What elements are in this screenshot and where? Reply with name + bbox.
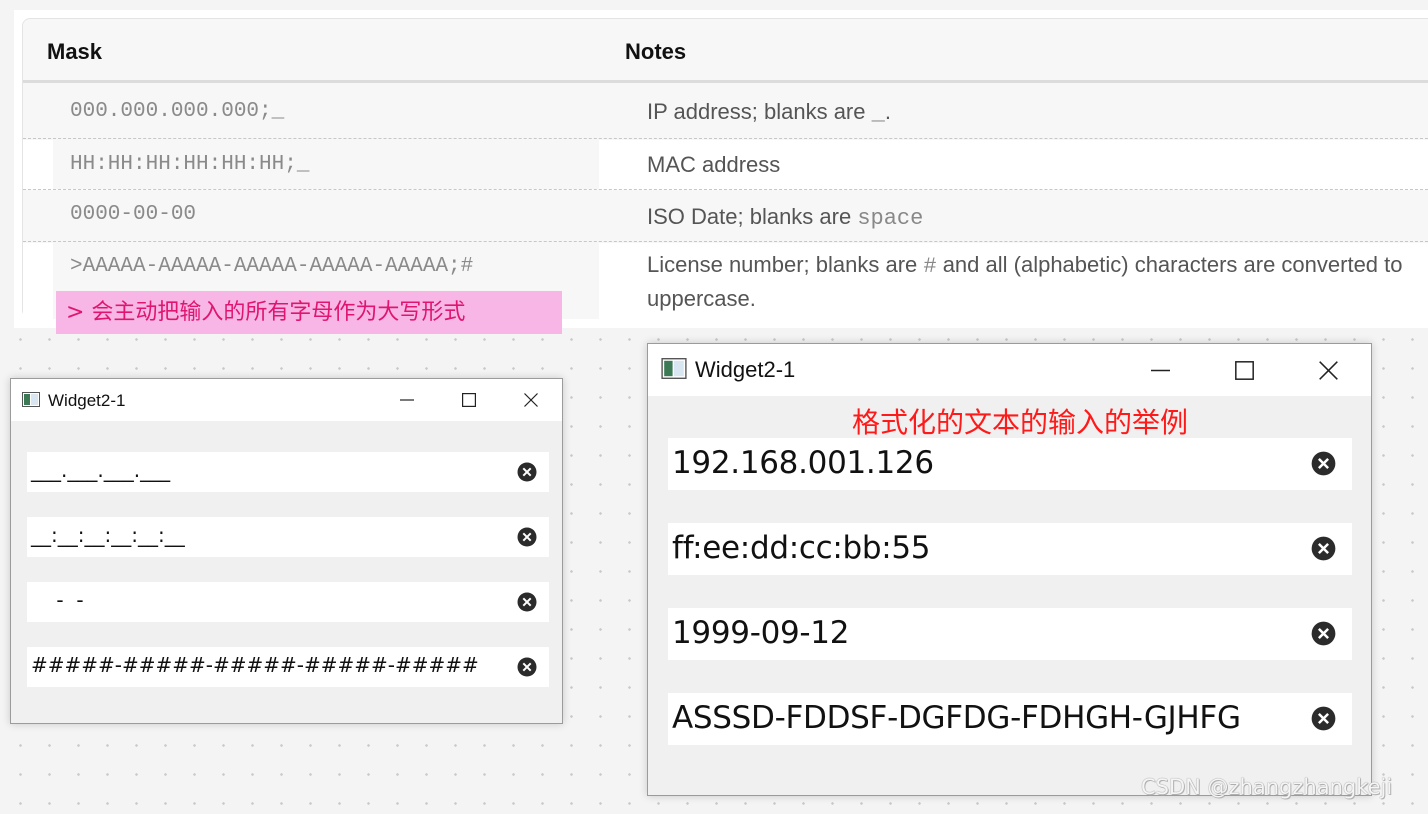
header-mask: Mask [47,39,103,64]
title-bar[interactable]: Widget2-1 [648,344,1371,396]
clear-circle-x-icon [517,462,537,482]
widget-window-large: Widget2-1 格式化的文本的输入的举例 192.168.001.126 f… [647,343,1372,796]
widget-window-small: Widget2-1 ___.___.___.___ __:__:__:__:__… [10,378,563,724]
close-icon [1318,360,1338,380]
app-window-icon [22,392,40,407]
input-value: #####-#####-#####-#####-##### [31,653,479,677]
clear-circle-x-icon [1311,706,1336,731]
clear-circle-x-icon [1311,536,1336,561]
table-row: HH:HH:HH:HH:HH:HH;_ MAC address [23,140,1428,190]
table-header: Mask Notes [23,19,1428,83]
minimize-button[interactable] [376,379,438,421]
clear-circle-x-icon [517,657,537,677]
doc-panel: Mask Notes 000.000.000.000;_ IP address;… [14,10,1428,328]
clear-button[interactable] [517,462,537,482]
input-value: ___.___.___.___ [31,458,171,482]
note-value: MAC address [647,152,781,177]
watermark: CSDN @zhangzhangkeji [1141,775,1393,799]
clear-button[interactable] [517,527,537,547]
ip-address-input[interactable]: 192.168.001.126 [668,438,1352,490]
title-bar[interactable]: Widget2-1 [11,379,562,421]
input-mask-table: Mask Notes 000.000.000.000;_ IP address;… [22,18,1428,319]
minimize-icon [1150,361,1170,380]
example-caption: 格式化的文本的输入的举例 [852,406,1189,439]
clear-circle-x-icon [1311,621,1336,646]
ip-address-input[interactable]: ___.___.___.___ [27,452,549,492]
clear-button[interactable] [517,592,537,612]
minimize-icon [400,393,414,407]
mask-value: 0000-00-00 [70,203,197,226]
clear-button[interactable] [1311,621,1336,646]
clear-button[interactable] [1311,706,1336,731]
license-number-input[interactable]: ASSSD-FDDSF-DGFDG-FDHGH-GJHFG [668,693,1352,745]
app-window-icon [661,358,687,379]
window-title: Widget2-1 [695,357,796,382]
input-value: ff:ee:dd:cc:bb:55 [672,530,931,566]
clear-button[interactable] [1311,451,1336,476]
uppercase-annotation: > 会主动把输入的所有字母作为大写形式 [56,291,562,334]
maximize-button[interactable] [1202,344,1286,396]
input-value: 1999-09-12 [672,615,850,651]
clear-button[interactable] [517,657,537,677]
header-notes: Notes [625,39,687,64]
table-row: 000.000.000.000;_ IP address; blanks are… [23,86,1428,139]
input-value: __:__:__:__:__:__ [31,523,185,547]
clear-circle-x-icon [1311,451,1336,476]
iso-date-input[interactable]: - - [27,582,549,622]
license-number-input[interactable]: #####-#####-#####-#####-##### [27,647,549,687]
iso-date-input[interactable]: 1999-09-12 [668,608,1352,660]
maximize-button[interactable] [438,379,500,421]
minimize-button[interactable] [1118,344,1202,396]
mask-value: >AAAAA-AAAAA-AAAAA-AAAAA-AAAAA;# [70,255,474,278]
note-value: ISO Date; blanks are space [647,204,924,231]
note-value: IP address; blanks are _. [647,99,891,126]
clear-button[interactable] [1311,536,1336,561]
note-value: License number; blanks are # and all (al… [647,252,1403,311]
mask-value: 000.000.000.000;_ [70,100,285,123]
clear-circle-x-icon [517,527,537,547]
table-row: 0000-00-00 ISO Date; blanks are space [23,191,1428,242]
input-value: ASSSD-FDDSF-DGFDG-FDHGH-GJHFG [672,700,1241,736]
window-title: Widget2-1 [48,391,126,410]
mac-address-input[interactable]: __:__:__:__:__:__ [27,517,549,557]
mac-address-input[interactable]: ff:ee:dd:cc:bb:55 [668,523,1352,575]
close-icon [524,393,538,407]
input-value: 192.168.001.126 [672,445,934,481]
close-button[interactable] [500,379,562,421]
input-value: - - [31,588,84,612]
maximize-icon [1234,360,1254,380]
close-button[interactable] [1286,344,1370,396]
mask-value: HH:HH:HH:HH:HH:HH;_ [70,153,310,176]
clear-circle-x-icon [517,592,537,612]
maximize-icon [462,393,476,407]
